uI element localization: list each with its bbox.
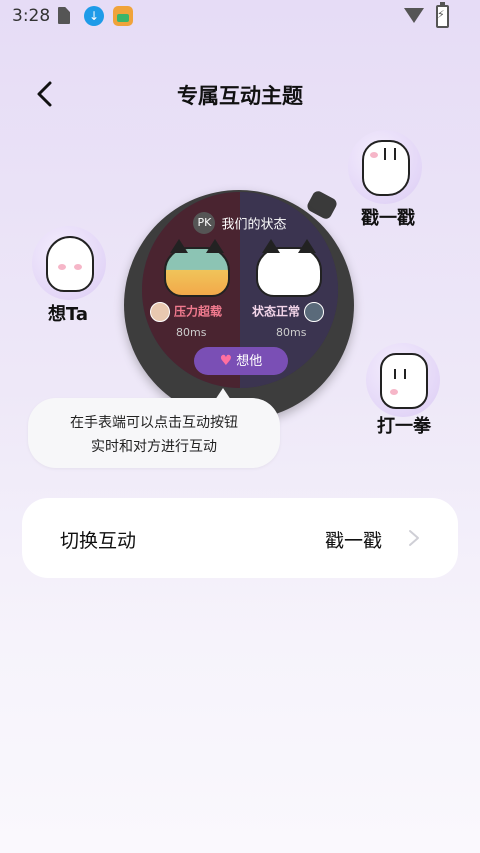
punch-label: 打一拳 [377,416,431,437]
poke-label: 戳一戳 [361,208,415,229]
download-icon: ↓ [84,6,104,26]
right-status-text: 状态正常 [252,304,301,319]
left-status-text: 压力超载 [174,304,223,319]
switch-interaction-row[interactable]: 切换互动 戳一戳 [22,498,458,578]
punch-action-button[interactable] [366,343,440,417]
watch-face: PK 我们的状态 压力超载 状态正常 80ms 80ms ♥ 想他 [142,192,338,388]
happy-cat-icon [256,239,322,297]
poke-action-button[interactable] [348,130,422,204]
avatar [150,302,170,322]
right-latency: 80ms [276,326,307,339]
paw-poke-icon [362,140,410,196]
right-status: 状态正常 [252,302,325,322]
left-latency: 80ms [176,326,207,339]
pk-badge: PK [193,212,216,234]
paw-wave-icon [46,236,94,292]
switch-interaction-value: 戳一戳 [325,530,383,552]
sim-card-icon [58,7,70,24]
wifi-icon [404,8,424,23]
miss-you-action-button[interactable] [32,226,106,300]
miss-him-label: 想他 [236,354,263,369]
watch-header: PK 我们的状态 [142,212,338,234]
page-title: 专属互动主题 [177,84,303,108]
status-time: 3:28 [12,6,51,26]
switch-interaction-label: 切换互动 [60,530,137,552]
watch-title: 我们的状态 [221,217,287,233]
stressed-cat-icon [164,239,230,297]
app-notification-icon [113,6,133,26]
tooltip-line-2: 实时和对方进行互动 [91,439,217,455]
tooltip-line-1: 在手表端可以点击互动按钮 [70,415,238,431]
battery-charging-icon [436,2,449,28]
avatar [304,302,325,322]
left-status: 压力超载 [150,302,222,322]
chevron-right-icon [409,530,419,546]
status-bar: 3:28 ↓ [0,0,480,32]
heart-icon: ♥ [219,353,233,369]
miss-him-button[interactable]: ♥ 想他 [194,347,288,375]
tooltip: 在手表端可以点击互动按钮 实时和对方进行互动 [28,398,280,468]
miss-you-label: 想Ta [47,304,89,325]
fist-icon [380,353,428,409]
